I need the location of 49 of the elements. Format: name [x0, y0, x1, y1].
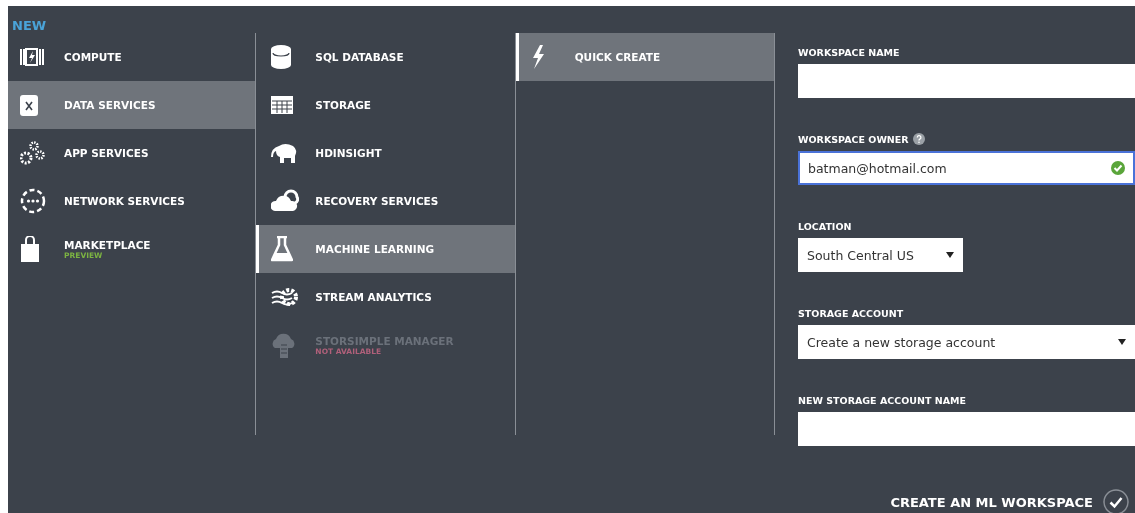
- field-label: LOCATION: [798, 220, 852, 232]
- input-field[interactable]: [798, 64, 1135, 98]
- field-label: WORKSPACE OWNER: [798, 133, 909, 145]
- item-label: RECOVERY SERVICES: [315, 195, 439, 207]
- menu-item[interactable]: HDINSIGHT: [256, 129, 515, 177]
- menu-item[interactable]: STORAGE: [256, 81, 515, 129]
- menu-item[interactable]: QUICK CREATE: [515, 33, 774, 81]
- menu-item[interactable]: STREAM ANALYTICS: [256, 273, 515, 321]
- dashed-circle-dots-icon: [20, 188, 46, 214]
- input-field[interactable]: batman@hotmail.com: [798, 151, 1135, 185]
- field-label: STORAGE ACCOUNT: [798, 307, 904, 319]
- menu-item[interactable]: COMPUTE: [8, 33, 256, 81]
- input-field[interactable]: [798, 412, 1135, 446]
- cloud-icon: [271, 189, 300, 213]
- cylinder-icon: [20, 93, 38, 117]
- menu-item[interactable]: DATA SERVICES: [8, 81, 256, 129]
- lightning-bolt-icon: [530, 45, 545, 69]
- item-label: STORAGE: [315, 99, 371, 111]
- item-label: NETWORK SERVICES: [64, 195, 185, 207]
- item-label: STREAM ANALYTICS: [315, 291, 432, 303]
- caret-icon: [946, 252, 954, 258]
- menu-item[interactable]: SQL DATABASE: [256, 33, 515, 81]
- caret-icon: [1118, 339, 1126, 345]
- item-label: QUICK CREATE: [574, 51, 661, 63]
- flask-icon: [271, 236, 294, 262]
- shopping-bag-icon: [20, 236, 40, 262]
- menu-item[interactable]: MACHINE LEARNING: [256, 225, 515, 273]
- item-label: HDINSIGHT: [315, 147, 382, 159]
- menu-item[interactable]: NETWORK SERVICES: [8, 177, 256, 225]
- help-icon[interactable]: [912, 133, 925, 145]
- create-workspace-button[interactable]: CREATE AN ML WORKSPACE: [890, 489, 1129, 513]
- item-label: SQL DATABASE: [315, 51, 404, 63]
- item-label: DATA SERVICES: [64, 99, 156, 111]
- item-label: MACHINE LEARNING: [315, 243, 435, 255]
- dropdown[interactable]: Create a new storage account: [798, 325, 1135, 359]
- gears-icon: [20, 141, 46, 165]
- field-label: NEW STORAGE ACCOUNT NAME: [798, 394, 966, 406]
- table-grid-icon: [271, 96, 294, 114]
- item-label: APP SERVICES: [64, 147, 149, 159]
- server-bolt-icon: [20, 47, 44, 67]
- item-label: MARKETPLACE: [64, 238, 151, 251]
- menu-item[interactable]: APP SERVICES: [8, 129, 256, 177]
- menu-item[interactable]: RECOVERY SERVICES: [256, 177, 515, 225]
- gear-waves-icon: [271, 285, 300, 309]
- database-icon: [271, 45, 292, 69]
- page-title: NEW: [11, 17, 48, 33]
- dropdown[interactable]: South Central US: [798, 238, 963, 272]
- item-label: COMPUTE: [64, 51, 122, 63]
- field-label: WORKSPACE NAME: [798, 46, 900, 58]
